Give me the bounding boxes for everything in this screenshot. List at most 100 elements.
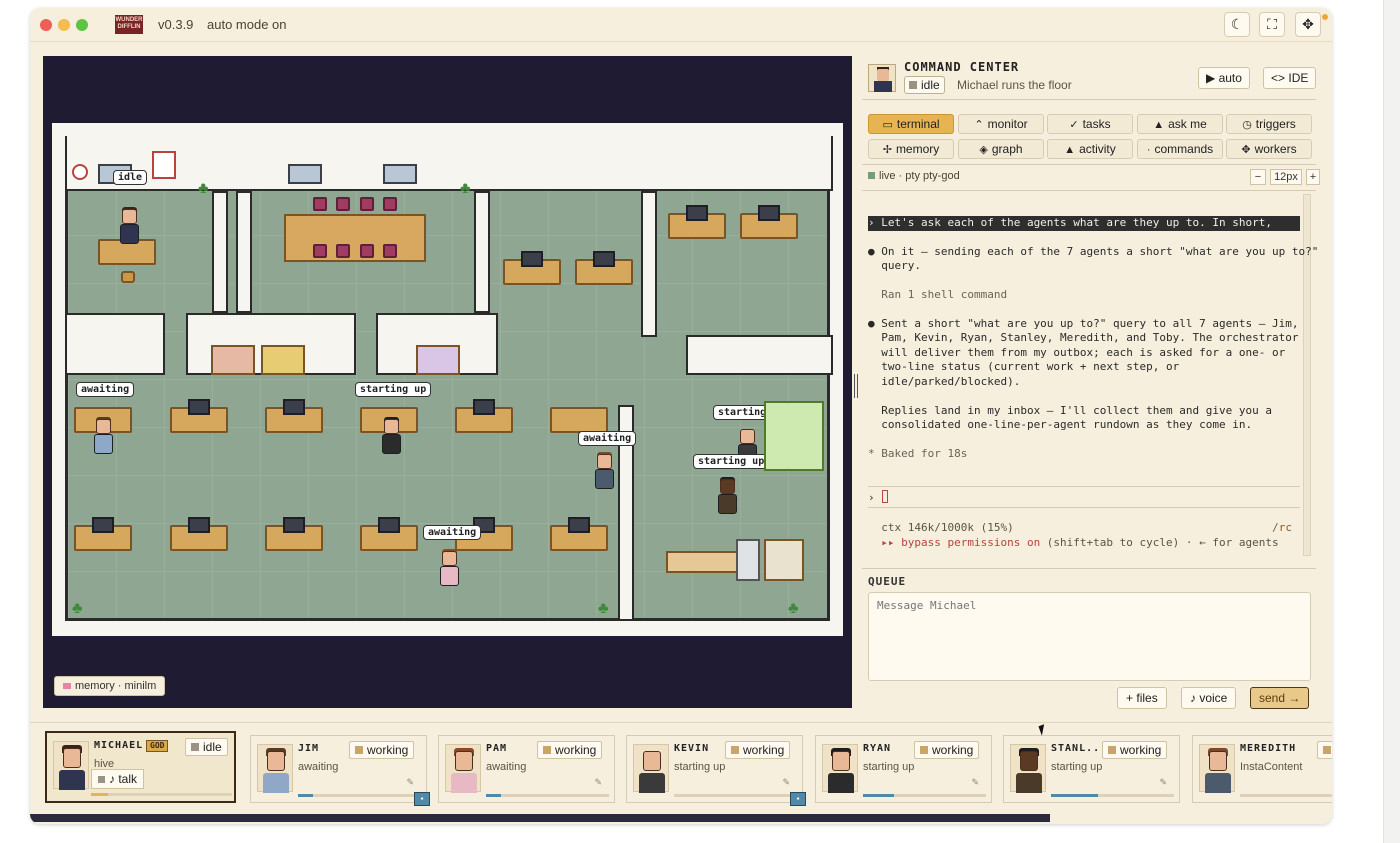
- monitor: [568, 517, 590, 533]
- rc-link[interactable]: /rc: [1272, 521, 1292, 536]
- agent-name: MICHAEL: [94, 740, 144, 751]
- auto-button[interactable]: ▶ auto: [1198, 67, 1250, 89]
- agent-card-jim[interactable]: JIM working awaiting ✎ ▪: [250, 735, 430, 806]
- close-window-button[interactable]: [40, 19, 52, 31]
- tab-monitor[interactable]: ⌃ monitor: [958, 114, 1044, 134]
- talk-button[interactable]: ♪ talk: [91, 769, 145, 789]
- pencil-icon[interactable]: ✎: [594, 777, 602, 788]
- plant-icon: ♣: [788, 600, 799, 617]
- agent-card-stanley[interactable]: STANL... working starting up ✎: [1003, 735, 1180, 803]
- pam-bubble: awaiting: [423, 525, 482, 540]
- mic-icon: ♪: [1190, 691, 1196, 705]
- tab-ask-me[interactable]: ▲ ask me: [1137, 114, 1223, 134]
- minimize-window-button[interactable]: [58, 19, 70, 31]
- avatar: [53, 741, 89, 790]
- agent-bar-scroll-thumb[interactable]: [30, 814, 1050, 822]
- status-badge: [1317, 741, 1332, 759]
- clock-icon: [72, 164, 88, 180]
- pencil-icon[interactable]: ✎: [782, 777, 790, 788]
- maximize-window-button[interactable]: [76, 19, 88, 31]
- agent-progress: [91, 793, 232, 796]
- context-usage: ctx 146k/1000k (15%): [868, 521, 1014, 534]
- tab-commands[interactable]: · commands: [1137, 139, 1223, 159]
- ryan-sprite[interactable]: [380, 417, 402, 461]
- jim-sprite[interactable]: [92, 417, 114, 461]
- michael-avatar: [868, 64, 896, 92]
- tab-graph[interactable]: ◈ graph: [958, 139, 1044, 159]
- interior-wall: [236, 191, 252, 313]
- tab-activity[interactable]: ▲ activity: [1047, 139, 1133, 159]
- status-badge: working: [537, 741, 603, 759]
- ide-button[interactable]: <> IDE: [1263, 67, 1317, 89]
- voice-button[interactable]: ♪ voice: [1181, 687, 1237, 709]
- memory-badge[interactable]: memory · minilm: [54, 676, 166, 696]
- settings-button[interactable]: ✥: [1295, 12, 1321, 37]
- expand-icon: ⛶: [1267, 16, 1277, 32]
- agent-name: RYAN: [863, 743, 892, 754]
- plant-icon: ♣: [460, 180, 471, 197]
- monitor: [188, 517, 210, 533]
- conference-chair: [336, 197, 350, 211]
- tab-memory[interactable]: ✢ memory: [868, 139, 954, 159]
- michael-bubble: idle: [113, 170, 148, 185]
- office-view[interactable]: idle awaiting starting up awaiting await…: [43, 56, 852, 708]
- monitor: [686, 205, 708, 221]
- pencil-icon[interactable]: ✎: [406, 777, 414, 788]
- conference-chair: [360, 244, 374, 258]
- files-button[interactable]: + files: [1117, 687, 1167, 709]
- monitor: [593, 251, 615, 267]
- plant-icon: ♣: [72, 600, 83, 617]
- pencil-icon[interactable]: ✎: [1159, 777, 1167, 788]
- top-wall: [65, 136, 833, 191]
- tab-terminal[interactable]: ▭ terminal: [868, 114, 954, 134]
- terminal-icon: ▭: [882, 119, 893, 131]
- terminal-line: Ran 1 shell command: [868, 288, 1008, 301]
- browser-scrollbar[interactable]: [1383, 0, 1400, 843]
- stanley-sprite[interactable]: [716, 477, 738, 521]
- terminal-input[interactable]: ›: [868, 486, 1300, 508]
- send-button[interactable]: send →: [1250, 687, 1310, 709]
- tab-triggers[interactable]: ◷ triggers: [1226, 114, 1312, 134]
- agent-bar: MICHAEL GOD idle hive ♪ talk JIM working…: [30, 722, 1332, 814]
- interior-wall: [686, 335, 833, 375]
- agent-description: starting up: [863, 761, 915, 773]
- kitchen-counter: [666, 551, 741, 573]
- agent-card-meredith[interactable]: MEREDITH InstaContent: [1192, 735, 1332, 803]
- avatar: [1010, 744, 1046, 793]
- terminal-line: consolidated one-line-per-agent rundown …: [868, 418, 1253, 431]
- agent-progress: [298, 794, 421, 797]
- arrow-right-icon: →: [1288, 691, 1301, 705]
- moon-icon: ☾: [1230, 16, 1244, 32]
- filing-cabinet: [261, 345, 305, 375]
- agent-card-michael[interactable]: MICHAEL GOD idle hive ♪ talk: [45, 731, 236, 803]
- conference-chair: [313, 244, 327, 258]
- tab-tasks[interactable]: ✓ tasks: [1047, 114, 1133, 134]
- message-input[interactable]: [868, 592, 1311, 681]
- agent-description: starting up: [1051, 761, 1103, 773]
- agent-progress: [486, 794, 609, 797]
- terminal-prompt-line: › Let's ask each of the agents what are …: [868, 216, 1300, 231]
- agent-name: KEVIN: [674, 743, 710, 754]
- meredith-sprite[interactable]: [593, 452, 615, 496]
- monitor: [188, 399, 210, 415]
- monitor-mini-icon: ▪: [414, 792, 430, 806]
- conference-chair: [313, 197, 327, 211]
- desk: [550, 407, 608, 433]
- michael-sprite[interactable]: [118, 207, 140, 251]
- terminal-line: two-line status (current work + next ste…: [868, 360, 1180, 373]
- notification-dot: [1322, 14, 1328, 20]
- pencil-icon[interactable]: ✎: [971, 777, 979, 788]
- agent-card-pam[interactable]: PAM working awaiting ✎: [438, 735, 615, 803]
- terminal-output[interactable]: › Let's ask each of the agents what are …: [868, 206, 1318, 566]
- agent-card-kevin[interactable]: KEVIN working starting up ✎ ▪: [626, 735, 806, 806]
- dark-mode-button[interactable]: ☾: [1224, 12, 1250, 37]
- tab-workers[interactable]: ✥ workers: [1226, 139, 1312, 159]
- agent-card-ryan[interactable]: RYAN working starting up ✎: [815, 735, 992, 803]
- wall-window: [288, 164, 322, 184]
- version-label: v0.3.9: [158, 17, 194, 32]
- fullscreen-button[interactable]: ⛶: [1259, 12, 1285, 37]
- font-size-decrease-button[interactable]: −: [1250, 169, 1266, 185]
- font-size-increase-button[interactable]: +: [1306, 169, 1320, 185]
- caret-icon: ›: [868, 491, 875, 504]
- pam-sprite[interactable]: [438, 549, 460, 593]
